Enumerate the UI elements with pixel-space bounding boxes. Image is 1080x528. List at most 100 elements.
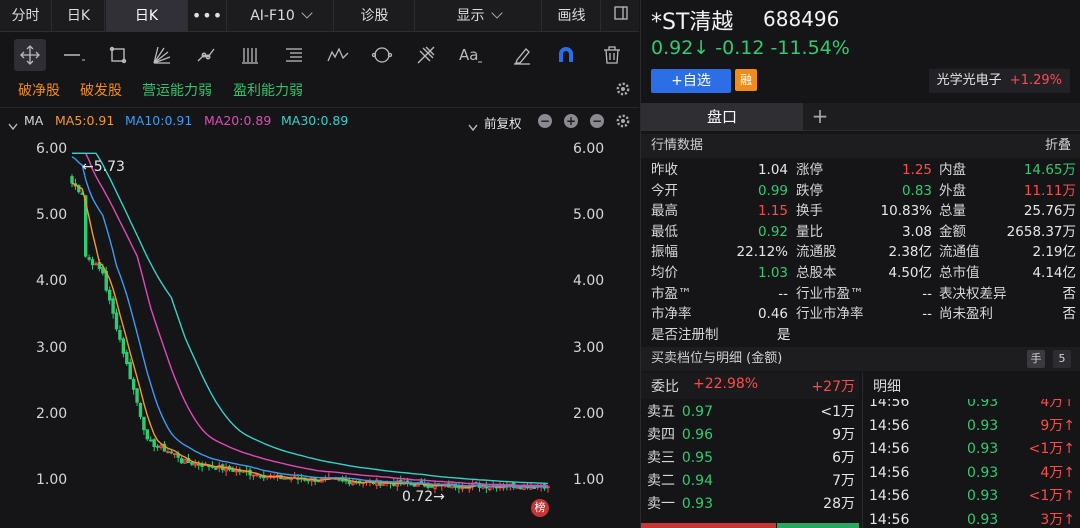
cycle-icon[interactable] — [366, 39, 398, 71]
minus-icon[interactable]: − — [538, 114, 552, 128]
ma30-value: MA30:0.89 — [281, 113, 349, 128]
candle-body[interactable] — [155, 445, 160, 448]
add-watchlist-button[interactable]: +自选 — [651, 69, 731, 93]
tag-weak-operation[interactable]: 营运能力弱 — [142, 80, 212, 100]
margin-badge[interactable]: 融 — [735, 69, 757, 91]
candle-body[interactable] — [169, 451, 174, 454]
sector-chip[interactable]: 光学光电子 +1.29% — [928, 69, 1070, 93]
candle-body[interactable] — [142, 416, 146, 431]
collapse-panel-button[interactable] — [602, 0, 639, 32]
quote-value: 10.83% — [880, 203, 932, 220]
candle-body[interactable] — [197, 463, 201, 466]
more-periods-button[interactable]: ••• — [189, 0, 227, 32]
candle-body[interactable] — [128, 361, 132, 380]
quote-value: 2.38亿 — [888, 244, 932, 261]
candle-body[interactable] — [152, 439, 156, 447]
tag-weak-profit[interactable]: 盈利能力弱 — [233, 80, 303, 100]
gear-icon[interactable] — [615, 81, 631, 101]
quote-label: 最高 — [651, 203, 678, 220]
candle-body[interactable] — [532, 487, 537, 489]
candle-body[interactable] — [138, 402, 143, 417]
candle-body[interactable] — [131, 378, 136, 390]
tab-intraday[interactable]: 分时 — [0, 0, 52, 32]
rectangle-icon[interactable] — [102, 39, 134, 71]
minus-icon[interactable]: − — [590, 114, 604, 128]
candle-body[interactable] — [347, 480, 352, 485]
candle-body[interactable] — [409, 483, 413, 486]
display-dropdown[interactable]: 显示 — [416, 0, 542, 32]
horizontal-line-icon[interactable] — [58, 39, 90, 71]
tab-pankou[interactable]: 盘口 — [641, 103, 803, 131]
text-tool-icon[interactable]: Aa — [454, 39, 486, 71]
vertical-lines-icon[interactable] — [234, 39, 266, 71]
y-tick-left: 5.00 — [36, 207, 68, 224]
ai-f10-dropdown[interactable]: AI-F10 — [228, 0, 334, 32]
kline-chart[interactable]: 6.00 5.00 4.00 3.00 2.00 1.00 6.00 5.00 4.00 3.0… — [0, 134, 639, 528]
tick-time: 14:56 — [869, 399, 910, 410]
candle-body[interactable] — [90, 259, 95, 266]
candle-body[interactable] — [518, 487, 523, 490]
quote-value: 22.12% — [736, 244, 788, 261]
crosshair-move-icon[interactable] — [14, 39, 46, 71]
adjust-mode-dropdown[interactable]: 前复权 — [484, 113, 522, 132]
trade-tick-row: 14:56 0.93 9万↑ — [865, 415, 1080, 438]
candle-body[interactable] — [412, 484, 417, 487]
y-tick-right: 2.00 — [573, 405, 605, 422]
trash-icon[interactable] — [596, 39, 628, 71]
candle-body[interactable] — [125, 351, 129, 364]
quote-value: 否 — [1062, 285, 1077, 302]
candle-body[interactable] — [337, 478, 341, 481]
candle-body[interactable] — [306, 479, 310, 482]
diagnose-button[interactable]: 诊股 — [335, 0, 415, 32]
quote-value: -- — [778, 285, 788, 302]
candle-body[interactable] — [231, 469, 235, 472]
fold-button[interactable]: 折叠 — [1045, 134, 1071, 158]
draw-line-button[interactable]: 画线 — [543, 0, 601, 32]
y-tick-left: 4.00 — [36, 273, 68, 290]
candle-body[interactable] — [145, 429, 150, 440]
tag-below-ipo[interactable]: 破发股 — [80, 80, 122, 100]
magnet-icon[interactable] — [550, 39, 582, 71]
candle-body[interactable] — [214, 467, 218, 470]
gear-icon[interactable] — [615, 113, 631, 133]
candle-body[interactable] — [429, 485, 434, 488]
candle-body[interactable] — [118, 330, 122, 340]
quote-value: 25.76万 — [1023, 203, 1076, 220]
candle-body[interactable] — [179, 458, 184, 464]
kline-svg[interactable] — [0, 134, 639, 528]
quote-label: 流通股 — [796, 244, 837, 261]
chart-pane: 分时 日K 日K ••• AI-F10 诊股 显示 画线 Aa 破净股 破发股 … — [0, 0, 639, 528]
tick-qty: 4万↑ — [1040, 399, 1075, 410]
candle-body[interactable] — [135, 388, 139, 403]
candle-body[interactable] — [282, 477, 287, 480]
rank-badge[interactable]: 榜 — [531, 499, 549, 517]
chevron-down-icon[interactable] — [8, 116, 18, 135]
candle-body[interactable] — [70, 176, 74, 184]
level-toggle[interactable]: 5 — [1053, 350, 1071, 368]
plus-icon[interactable]: + — [564, 114, 578, 128]
tab-daily-k[interactable]: 日K — [53, 0, 105, 32]
candle-body[interactable] — [121, 338, 126, 354]
fan-lines-icon[interactable] — [146, 39, 178, 71]
hand-toggle[interactable]: 手 — [1027, 350, 1045, 368]
text-note-icon[interactable] — [278, 39, 310, 71]
candle-body[interactable] — [190, 462, 194, 465]
tag-below-book[interactable]: 破净股 — [18, 80, 60, 100]
quote-value: 0.46 — [757, 306, 788, 323]
candle-body[interactable] — [258, 475, 263, 478]
add-tab-button[interactable]: + — [807, 103, 833, 131]
candle-body[interactable] — [149, 439, 153, 442]
candle-body[interactable] — [87, 257, 91, 260]
trend-segment-icon[interactable] — [190, 39, 222, 71]
fibonacci-icon[interactable] — [410, 39, 442, 71]
y-tick-left: 6.00 — [36, 141, 68, 157]
candle-body[interactable] — [114, 312, 119, 330]
candle-body[interactable] — [107, 289, 112, 301]
candle-body[interactable] — [316, 480, 321, 483]
candle-body[interactable] — [340, 479, 345, 482]
tab-daily-k-active[interactable]: 日K — [106, 0, 188, 32]
ma5-value: MA5:0.91 — [55, 113, 115, 128]
wave-pattern-icon[interactable] — [322, 39, 354, 71]
eraser-pen-icon[interactable] — [506, 39, 538, 71]
candle-body[interactable] — [111, 298, 115, 314]
